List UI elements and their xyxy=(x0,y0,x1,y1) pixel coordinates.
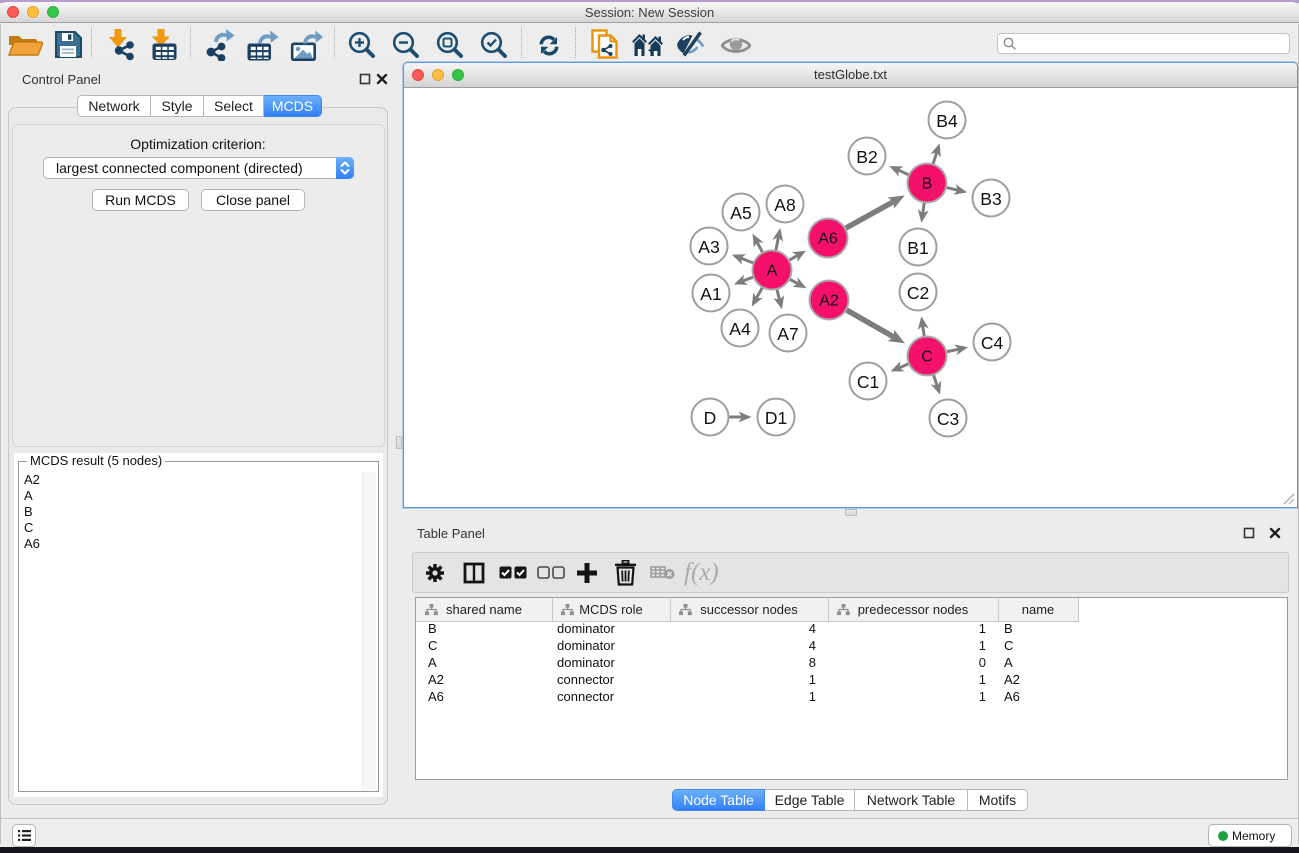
svg-text:A3: A3 xyxy=(698,237,719,257)
svg-text:D: D xyxy=(704,408,717,428)
svg-text:A5: A5 xyxy=(730,203,751,223)
svg-text:B4: B4 xyxy=(936,111,958,131)
svg-text:A4: A4 xyxy=(729,319,751,339)
svg-text:C3: C3 xyxy=(937,409,959,429)
svg-text:A1: A1 xyxy=(700,284,721,304)
svg-text:A7: A7 xyxy=(777,324,798,344)
svg-text:B: B xyxy=(922,176,933,193)
svg-text:A6: A6 xyxy=(818,231,838,248)
svg-text:B3: B3 xyxy=(980,189,1001,209)
svg-text:C1: C1 xyxy=(857,372,879,392)
svg-text:A: A xyxy=(767,263,778,280)
svg-text:C4: C4 xyxy=(981,333,1004,353)
svg-text:A2: A2 xyxy=(819,293,839,310)
svg-text:C: C xyxy=(921,349,933,366)
svg-text:B1: B1 xyxy=(907,238,928,258)
svg-text:C2: C2 xyxy=(907,283,929,303)
svg-text:B2: B2 xyxy=(856,147,877,167)
svg-text:D1: D1 xyxy=(765,408,787,428)
svg-text:A8: A8 xyxy=(774,195,795,215)
